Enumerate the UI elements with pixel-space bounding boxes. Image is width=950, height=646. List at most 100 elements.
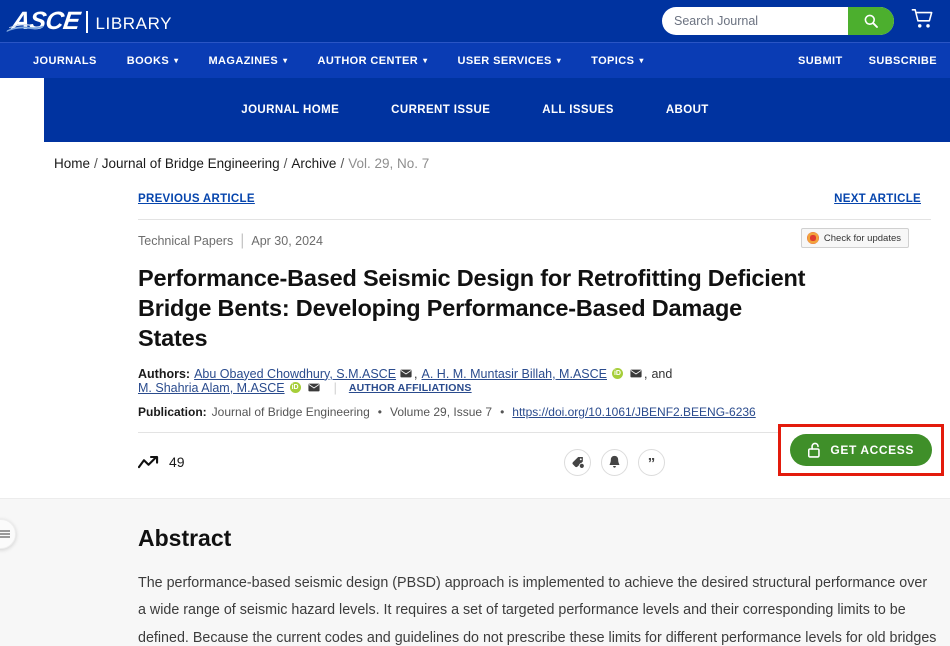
nav-item-author-center[interactable]: AUTHOR CENTER ▾ [303, 55, 443, 67]
orcid-icon[interactable]: iD [290, 382, 301, 393]
main-nav-items: JOURNALS BOOKS ▾ MAGAZINES ▾ AUTHOR CENT… [18, 55, 659, 67]
email-icon[interactable] [400, 369, 412, 378]
abstract-text: The performance-based seismic design (PB… [138, 570, 938, 646]
chevron-down-icon: ▾ [423, 56, 427, 65]
share-tools-icon [571, 456, 585, 469]
chevron-down-icon: ▾ [557, 56, 561, 65]
get-access-label: GET ACCESS [830, 443, 914, 457]
search-input[interactable] [662, 7, 848, 35]
next-article-link[interactable]: NEXT ARTICLE [834, 193, 921, 205]
logo-library-label: LIBRARY [95, 15, 172, 32]
journal-nav-items: JOURNAL HOME CURRENT ISSUE ALL ISSUES AB… [215, 104, 734, 116]
article-action-icons: ” [564, 449, 665, 476]
main-navigation: JOURNALS BOOKS ▾ MAGAZINES ▾ AUTHOR CENT… [0, 42, 950, 78]
article-title: Performance-Based Seismic Design for Ret… [138, 264, 812, 354]
journal-navigation: JOURNAL HOME CURRENT ISSUE ALL ISSUES AB… [0, 78, 950, 142]
nav-item-user-services[interactable]: USER SERVICES ▾ [442, 55, 576, 67]
publication-bullet: • [500, 405, 504, 419]
author-comma: , [414, 367, 417, 381]
nav-label: SUBMIT [798, 55, 843, 67]
chevron-down-icon: ▾ [639, 56, 643, 65]
nav-item-subscribe[interactable]: SUBSCRIBE [856, 55, 950, 67]
site-logo[interactable]: ASCE LIBRARY [12, 9, 172, 34]
publication-label: Publication: [138, 405, 207, 419]
meta-divider [138, 219, 931, 220]
breadcrumb-separator: / [340, 156, 344, 171]
journal-nav-current-issue[interactable]: CURRENT ISSUE [365, 104, 516, 116]
logo-asce-text: ASCE [10, 9, 81, 34]
shopping-cart-icon [911, 8, 934, 30]
nav-item-topics[interactable]: TOPICS ▾ [576, 55, 659, 67]
breadcrumb-journal[interactable]: Journal of Bridge Engineering [102, 156, 280, 171]
publication-row: Publication: Journal of Bridge Engineeri… [138, 405, 812, 419]
metrics-indicator[interactable]: 49 [138, 454, 185, 470]
trending-up-icon [138, 455, 160, 470]
nav-label: MAGAZINES [208, 55, 278, 67]
breadcrumb-separator: / [94, 156, 98, 171]
previous-article-link[interactable]: PREVIOUS ARTICLE [138, 193, 255, 205]
article-pagination: PREVIOUS ARTICLE NEXT ARTICLE [138, 193, 940, 205]
shopping-cart-button[interactable] [911, 8, 934, 30]
nav-item-journals[interactable]: JOURNALS [18, 55, 112, 67]
nav-item-books[interactable]: BOOKS ▾ [112, 55, 194, 67]
email-icon[interactable] [630, 369, 642, 378]
author-comma: , [644, 367, 647, 381]
search-area [662, 7, 894, 35]
email-icon[interactable] [308, 383, 320, 392]
breadcrumb-separator: / [284, 156, 288, 171]
brand-header: ASCE LIBRARY [0, 0, 950, 42]
crossmark-label: Check for updates [824, 233, 901, 244]
authors-row: Authors: Abu Obayed Chowdhury, S.M.ASCE … [138, 367, 812, 395]
breadcrumb-archive[interactable]: Archive [291, 156, 336, 171]
journal-nav-all-issues[interactable]: ALL ISSUES [516, 104, 640, 116]
publication-volume-issue: Volume 29, Issue 7 [390, 405, 492, 419]
check-for-updates-badge[interactable]: Check for updates [801, 228, 909, 248]
meta-pipe: | [240, 232, 244, 250]
author-link-3[interactable]: M. Shahria Alam, M.ASCE [138, 381, 285, 395]
journal-nav-about[interactable]: ABOUT [640, 104, 735, 116]
crossmark-icon [807, 232, 819, 244]
breadcrumb-home[interactable]: Home [54, 156, 90, 171]
nav-label: USER SERVICES [457, 55, 551, 67]
hamburger-menu-icon [0, 528, 10, 539]
doi-link[interactable]: https://doi.org/10.1061/JBENF2.BEENG-623… [512, 405, 755, 419]
journal-nav-home[interactable]: JOURNAL HOME [215, 104, 365, 116]
chevron-down-icon: ▾ [283, 56, 287, 65]
breadcrumb-current: Vol. 29, No. 7 [348, 156, 429, 171]
article-meta-row: Technical Papers | Apr 30, 2024 Check fo… [138, 232, 812, 250]
article-header: PREVIOUS ARTICLE NEXT ARTICLE Technical … [0, 193, 950, 480]
author-link-1[interactable]: Abu Obayed Chowdhury, S.M.ASCE [194, 367, 396, 381]
chevron-down-icon: ▾ [174, 56, 178, 65]
get-access-button[interactable]: GET ACCESS [790, 434, 932, 466]
nav-label: TOPICS [591, 55, 634, 67]
author-link-2[interactable]: A. H. M. Muntasir Billah, M.ASCE [422, 367, 607, 381]
alert-bell-button[interactable] [601, 449, 628, 476]
publication-name: Journal of Bridge Engineering [212, 405, 370, 419]
abstract-section: Abstract The performance-based seismic d… [0, 498, 950, 646]
authors-divider: | [334, 381, 337, 395]
bell-alert-icon [608, 455, 621, 469]
metric-value: 49 [169, 454, 185, 470]
authors-label: Authors: [138, 367, 190, 381]
nav-item-magazines[interactable]: MAGAZINES ▾ [193, 55, 302, 67]
share-tools-button[interactable] [564, 449, 591, 476]
search-bar[interactable] [662, 7, 894, 35]
author-affiliations-link[interactable]: AUTHOR AFFILIATIONS [349, 382, 472, 394]
search-icon [863, 13, 879, 29]
page-root: ASCE LIBRARY [0, 0, 950, 646]
orcid-icon[interactable]: iD [612, 368, 623, 379]
authors-conjunction: and [651, 367, 672, 381]
get-access-highlight: GET ACCESS [778, 424, 944, 476]
publication-bullet: • [378, 405, 382, 419]
logo-divider [86, 11, 88, 33]
cite-quote-button[interactable]: ” [638, 449, 665, 476]
article-type: Technical Papers [138, 234, 233, 248]
nav-label: AUTHOR CENTER [318, 55, 419, 67]
search-button[interactable] [848, 7, 894, 35]
nav-item-submit[interactable]: SUBMIT [785, 55, 856, 67]
journal-nav-notch [0, 78, 44, 142]
breadcrumb: Home / Journal of Bridge Engineering / A… [0, 142, 950, 171]
main-nav-right-items: SUBMIT SUBSCRIBE [785, 55, 950, 67]
article-action-bar: 49 ” [138, 432, 812, 480]
nav-label: BOOKS [127, 55, 169, 67]
